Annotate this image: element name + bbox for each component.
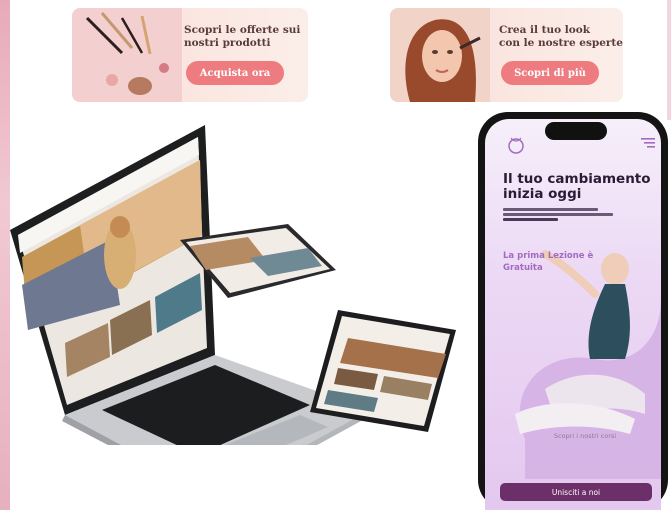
phone-intro-text-placeholder xyxy=(503,206,623,223)
page-edge-decoration-right xyxy=(667,0,671,120)
makeup-brushes-icon xyxy=(72,8,182,102)
phone-hero-title: Il tuo cambiamento inizia oggi xyxy=(503,172,653,202)
page-edge-decoration xyxy=(0,0,10,510)
small-phone-mockup xyxy=(180,224,336,298)
phone-accent-line: Gratuita xyxy=(503,263,543,273)
woman-makeup-photo xyxy=(390,8,490,102)
lotus-logo-icon xyxy=(508,137,524,154)
phone-free-lesson-text: La prima Lezione è Gratuita xyxy=(503,250,603,274)
promo-banner-look[interactable]: Crea il tuo look con le nostre esperte S… xyxy=(390,8,623,102)
phone-title-line: Il tuo cambiamento xyxy=(503,171,651,187)
buy-now-button[interactable]: Acquista ora xyxy=(186,61,284,85)
banner-text-line: Scopri le offerte sui xyxy=(184,24,301,36)
banner-text-line: Crea il tuo look xyxy=(499,24,591,36)
banner-text: Scopri le offerte sui nostri prodotti xyxy=(184,24,300,50)
phone-courses-text: Scopri i nostri corsi xyxy=(553,432,617,440)
phone-notch xyxy=(545,122,607,140)
phone-accent-line: La prima Lezione è xyxy=(503,251,594,261)
join-us-button[interactable]: Unisciti a noi xyxy=(500,483,652,501)
promo-banner-products[interactable]: Scopri le offerte sui nostri prodotti Ac… xyxy=(72,8,308,102)
phone-title-line: inizia oggi xyxy=(503,186,582,202)
banner-text: Crea il tuo look con le nostre esperte xyxy=(499,24,623,50)
tablet-mockup xyxy=(310,310,456,432)
yoga-figure-image xyxy=(515,250,661,479)
banner-text-line: nostri prodotti xyxy=(184,37,271,49)
banner-text-line: con le nostre esperte xyxy=(499,37,623,49)
discover-more-button[interactable]: Scopri di più xyxy=(501,61,599,85)
hamburger-menu-icon[interactable] xyxy=(641,137,655,149)
